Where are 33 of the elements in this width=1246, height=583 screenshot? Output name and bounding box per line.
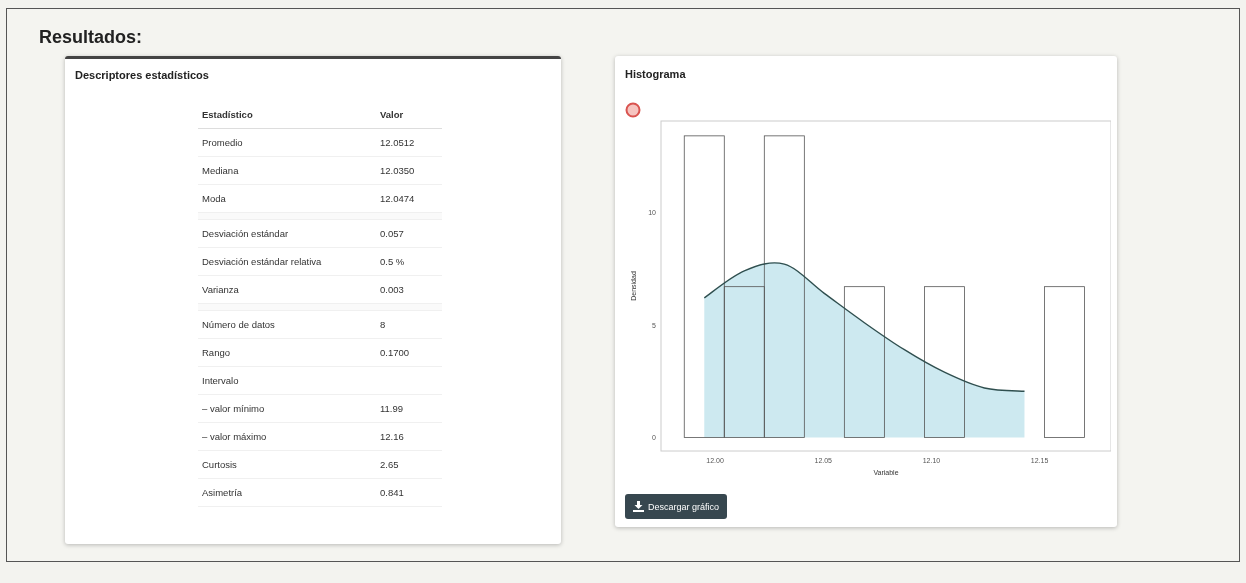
statistic-label: Asimetría [198, 478, 376, 507]
statistic-label: – valor máximo [198, 422, 376, 451]
statistic-value: 0.841 [380, 487, 404, 498]
statistic-label: – valor mínimo [198, 394, 376, 423]
statistic-value: 12.16 [380, 431, 404, 442]
statistic-value: 11.99 [380, 403, 404, 414]
statistic-label: Desviación estándar [198, 219, 376, 248]
statistic-value: 0.1700 [380, 347, 410, 358]
download-button[interactable]: Descargar gráfico [625, 494, 728, 519]
statistic-value: 12.0350 [380, 165, 415, 176]
statistic-label: Curtosis [198, 450, 376, 479]
statistic-label: Promedio [198, 128, 376, 157]
column-header: Valor [376, 101, 442, 129]
status-icon [625, 102, 641, 118]
statistic-label: Número de datos [198, 310, 376, 339]
statistic-value: 0.003 [380, 284, 404, 295]
section-title: Resultados: [39, 27, 144, 48]
statistic-label: Rango [198, 338, 376, 367]
statistic-label: Varianza [198, 275, 376, 304]
statistic-label: Mediana [198, 156, 376, 185]
statistic-value: 12.0512 [380, 137, 415, 148]
card-title: Descriptores estadísticos [75, 69, 210, 81]
statistic-value: 8 [380, 319, 386, 330]
statistic-value: 12.0474 [380, 193, 415, 204]
statistic-value: 2.65 [380, 459, 399, 470]
download-icon [633, 501, 644, 512]
statistic-label: Moda [198, 184, 376, 213]
column-header: Estadístico [198, 101, 376, 129]
statistic-label: Desviación estándar relativa [198, 247, 376, 276]
card-title: Histograma [625, 68, 687, 80]
statistic-label: Intervalo [198, 366, 376, 395]
statistic-value: 0.057 [380, 228, 404, 239]
statistic-value: 0.5 % [380, 256, 405, 267]
